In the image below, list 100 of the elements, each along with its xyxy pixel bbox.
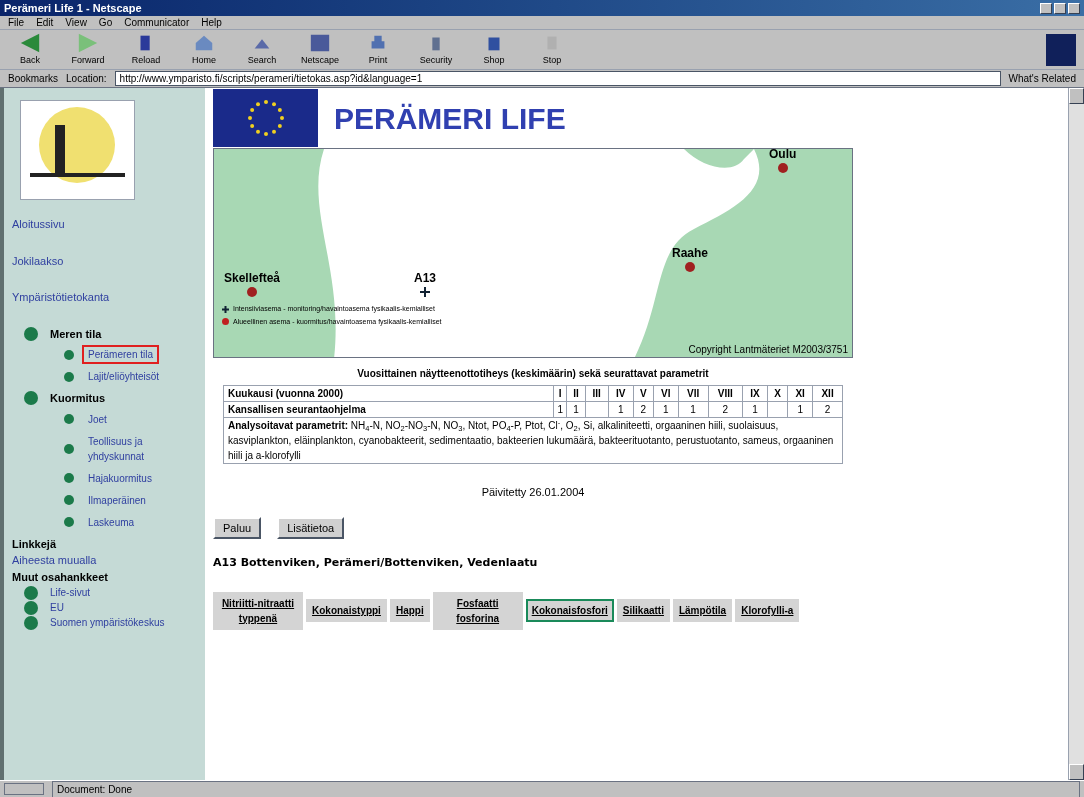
table-cell: VI bbox=[653, 385, 679, 402]
station-heading: A13 Bottenviken, Perämeri/Bottenviken, Vedenlaatu bbox=[213, 555, 539, 571]
table-cell: X bbox=[767, 385, 788, 402]
table-cell: II bbox=[566, 385, 586, 402]
table-cell: 1 bbox=[787, 401, 813, 418]
forward-icon bbox=[77, 31, 99, 54]
table-cell: 1 bbox=[553, 401, 567, 418]
minimize-button[interactable] bbox=[1040, 2, 1052, 14]
toolbar-button[interactable]: Back bbox=[8, 31, 52, 68]
place-label: A13 bbox=[414, 270, 436, 287]
table-cell: VII bbox=[678, 385, 708, 402]
menu-item[interactable]: Help bbox=[201, 15, 222, 30]
page-title: PERÄMERI LIFE bbox=[334, 100, 566, 137]
table-cell: Analysoitavat parametrit: NH$_{4}$-N, NO$_{2}$-NO$_{3}$-N, NO$_{3}$, Ntot, PO$_{4}$-P, Ptot, Cl$^{-}$, O$_{2}$, Si, alkaliniteetti, orgaaninen hiili, suolaisuus, kasviplankton, eläinplankton, cyanobakteerit, sedimentaatio, bakteerien lukumäärä, bakteerituotanto, perustuotanto, sameus, orgaaninen hiili ja a-klorofylli bbox=[223, 417, 843, 464]
status-text: Document: Done bbox=[52, 780, 1080, 797]
bullet-icon bbox=[64, 495, 74, 505]
sidebar-link[interactable]: EU bbox=[50, 600, 64, 615]
parameter-tab[interactable]: Lämpötila bbox=[672, 599, 733, 622]
sidebar-link[interactable]: Joet bbox=[82, 409, 113, 429]
station-marker-icon bbox=[222, 305, 229, 313]
city-marker-icon bbox=[247, 287, 257, 297]
toolbar-button[interactable]: Print bbox=[356, 31, 400, 68]
table-cell: Kuukausi (vuonna 2000) bbox=[223, 385, 554, 402]
table-cell: V bbox=[633, 385, 654, 402]
url-field[interactable]: http://www.ymparisto.fi/scripts/perameri/tietokas.asp?id&language=1 bbox=[114, 71, 1001, 86]
table-cell: I bbox=[553, 385, 567, 402]
toolbar-button[interactable]: Stop bbox=[530, 31, 574, 68]
bullet-icon bbox=[24, 391, 38, 406]
section-heading[interactable]: Kuormitus bbox=[50, 390, 105, 407]
bullet-icon bbox=[24, 615, 38, 630]
sidebar-link[interactable]: Aloitussivu bbox=[12, 216, 197, 233]
table-cell: Kansallisen seurantaohjelma bbox=[223, 401, 554, 418]
menu-item[interactable]: Communicator bbox=[124, 15, 190, 30]
table-cell: VIII bbox=[708, 385, 743, 402]
table-cell: 1 bbox=[678, 401, 708, 418]
sidebar-link[interactable]: Hajakuormitus bbox=[82, 468, 158, 488]
sidebar-link[interactable]: Life-sivut bbox=[50, 585, 90, 600]
table-caption: Vuosittainen näytteenottotiheys (keskimäärin) sekä seurattavat parametrit bbox=[357, 367, 709, 381]
parameter-tab[interactable]: Kokonaisfosfori bbox=[525, 599, 614, 622]
related-button[interactable]: What's Related bbox=[1008, 71, 1076, 86]
table-cell: XII bbox=[812, 385, 843, 402]
toolbar-button[interactable]: Security bbox=[414, 31, 458, 68]
sidebar-link[interactable]: Perämeren tila bbox=[82, 345, 160, 364]
parameter-tab[interactable]: Fosfaatti fosforina bbox=[432, 591, 523, 630]
toolbar-button[interactable]: Home bbox=[182, 31, 226, 68]
sidebar-link[interactable]: Jokilaakso bbox=[12, 252, 197, 269]
form-button[interactable]: Paluu bbox=[213, 516, 262, 539]
city-marker-icon bbox=[777, 163, 788, 173]
sidebar-link[interactable]: Suomen ympäristökeskus bbox=[50, 615, 165, 630]
section-heading[interactable]: Meren tila bbox=[50, 325, 102, 342]
location-label: Location: bbox=[66, 72, 107, 86]
parameter-tab[interactable]: Klorofylli-a bbox=[735, 599, 800, 622]
bullet-icon bbox=[64, 349, 74, 360]
close-button[interactable] bbox=[1068, 2, 1080, 14]
parameter-tab[interactable]: Kokonaistyppi bbox=[306, 599, 387, 622]
sidebar-link[interactable]: Lajit/eliöyhteisöt bbox=[82, 367, 166, 386]
table-cell: 2 bbox=[708, 401, 743, 418]
table-cell: 2 bbox=[812, 401, 843, 418]
section-heading: Muut osahankkeet bbox=[12, 569, 109, 585]
bullet-icon bbox=[64, 517, 74, 527]
parameter-tab[interactable]: Silikaatti bbox=[616, 599, 670, 622]
sidebar-link[interactable]: Laskeuma bbox=[82, 512, 141, 532]
toolbar-button[interactable]: Search bbox=[240, 31, 284, 68]
table-cell: IV bbox=[608, 385, 634, 402]
bullet-icon bbox=[24, 585, 38, 600]
toolbar-button[interactable]: Shop bbox=[472, 31, 516, 68]
copyright-text: Copyright Lantmäteriet M2003/3751 bbox=[688, 343, 848, 357]
scrollbar[interactable] bbox=[1068, 88, 1084, 780]
menu-item[interactable]: Edit bbox=[36, 15, 54, 30]
bullet-icon bbox=[24, 326, 38, 341]
window-title: Perämeri Life 1 - Netscape bbox=[4, 0, 142, 16]
place-label: Oulu bbox=[769, 149, 797, 163]
toolbar-button[interactable]: Reload bbox=[124, 31, 168, 68]
parameter-tab[interactable]: Nitriitti-nitraatti typpenä bbox=[213, 591, 303, 630]
toolbar-button[interactable]: Netscape bbox=[298, 31, 342, 68]
table-cell: XI bbox=[787, 385, 813, 402]
parameter-tab[interactable]: Happi bbox=[389, 599, 430, 622]
city-marker-icon bbox=[685, 262, 695, 272]
table-cell: 1 bbox=[742, 401, 768, 418]
menu-item[interactable]: File bbox=[8, 15, 25, 30]
table-cell: 1 bbox=[566, 401, 586, 418]
bullet-icon bbox=[64, 414, 74, 424]
sidebar-link[interactable]: Ilmaperäinen bbox=[82, 490, 152, 510]
sidebar-link[interactable]: Teollisuus ja yhdyskunnat bbox=[82, 431, 197, 466]
place-label: Raahe bbox=[672, 245, 709, 262]
station-marker-icon bbox=[420, 287, 430, 297]
bookmarks-button[interactable]: Bookmarks bbox=[8, 71, 58, 86]
bullet-icon bbox=[24, 600, 38, 615]
sidebar-link[interactable]: Ympäristötietokanta bbox=[12, 289, 197, 306]
sidebar-link[interactable]: Aiheesta muualla bbox=[12, 552, 197, 569]
menu-item[interactable]: View bbox=[65, 15, 87, 30]
toolbar-button[interactable]: Forward bbox=[66, 31, 110, 68]
maximize-button[interactable] bbox=[1054, 2, 1066, 14]
table-cell: III bbox=[585, 385, 609, 402]
eu-flag-icon bbox=[213, 89, 318, 147]
section-heading: Linkkejä bbox=[12, 536, 58, 552]
back-icon bbox=[19, 31, 41, 54]
form-button[interactable]: Lisätietoa bbox=[277, 516, 345, 539]
menu-item[interactable]: Go bbox=[98, 15, 113, 30]
table-cell: 1 bbox=[653, 401, 679, 418]
